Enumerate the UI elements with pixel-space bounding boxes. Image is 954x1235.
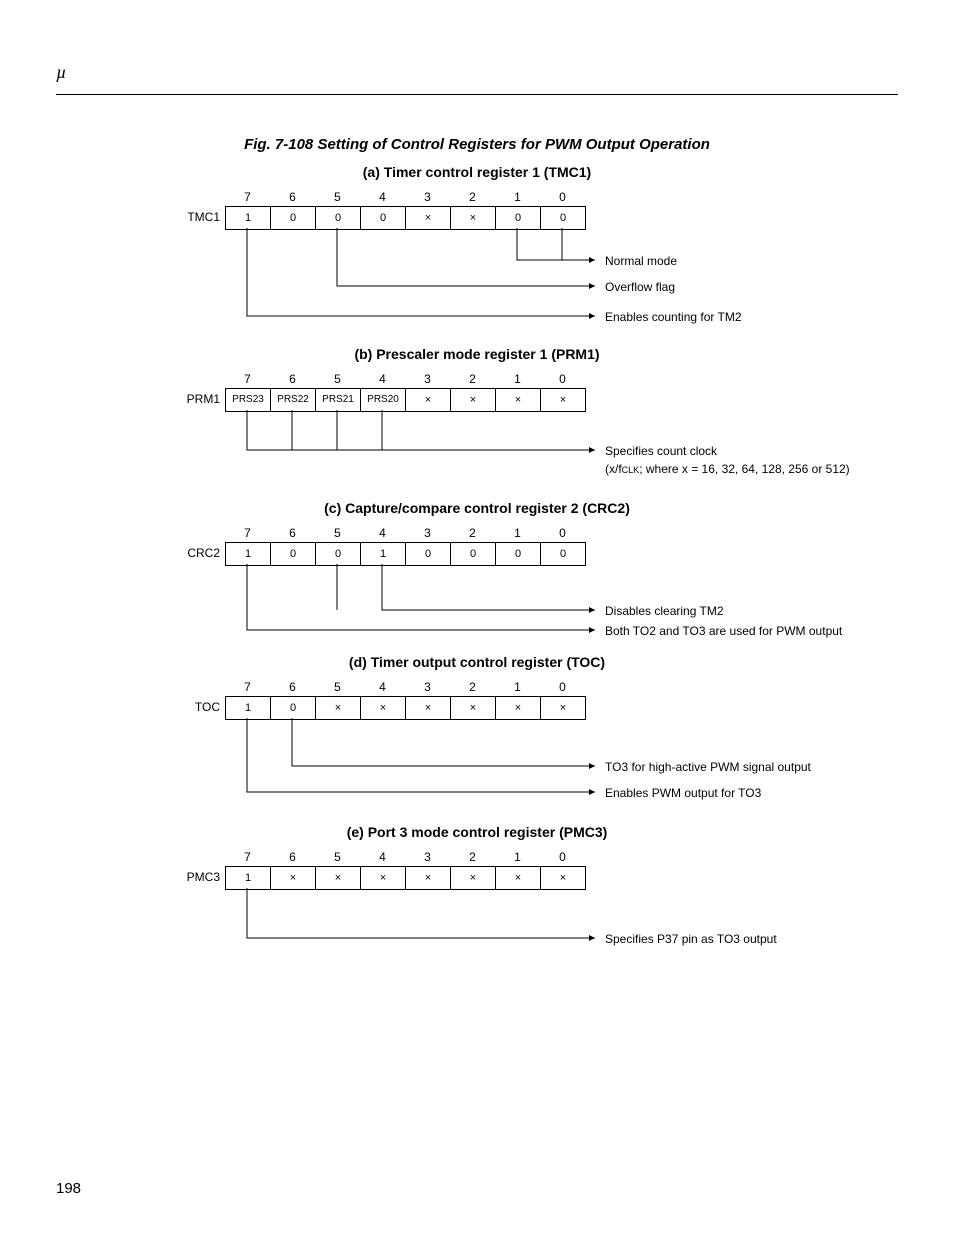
section-b: (b) Prescaler mode register 1 (PRM1) 765… [0,342,954,492]
reg-label-a: TMC1 [160,210,220,224]
reg-label-c: CRC2 [160,546,220,560]
reg-label-e: PMC3 [160,870,220,884]
bitnums-c: 76543210 [225,526,585,540]
bitnums-d: 76543210 [225,680,585,694]
mu-symbol: µ [56,62,66,83]
bitnums-e: 76543210 [225,850,585,864]
annot-c-0: Disables clearing TM2 [605,604,724,618]
reg-label-b: PRM1 [160,392,220,406]
section-c-title: (c) Capture/compare control register 2 (… [0,500,954,516]
section-b-title: (b) Prescaler mode register 1 (PRM1) [0,346,954,362]
bitnums-b: 76543210 [225,372,585,386]
section-c: (c) Capture/compare control register 2 (… [0,496,954,646]
annot-b-sub: (x/fCLK; where x = 16, 32, 64, 128, 256 … [605,462,850,476]
header-rule [56,94,898,95]
bitnums-a: 76543210 [225,190,585,204]
page-number: 198 [56,1180,81,1197]
annot-b-0: Specifies count clock [605,444,717,458]
annot-e-0: Specifies P37 pin as TO3 output [605,932,777,946]
annot-d-1: Enables PWM output for TO3 [605,786,761,800]
annot-a-1: Overflow flag [605,280,675,294]
section-d: (d) Timer output control register (TOC) … [0,650,954,820]
section-a-title: (a) Timer control register 1 (TMC1) [0,164,954,180]
connectors-b [225,410,825,470]
section-d-title: (d) Timer output control register (TOC) [0,654,954,670]
annot-c-1: Both TO2 and TO3 are used for PWM output [605,624,842,638]
section-e-title: (e) Port 3 mode control register (PMC3) [0,824,954,840]
annot-d-0: TO3 for high-active PWM signal output [605,760,811,774]
register-a: 1000××00 [225,206,586,230]
section-e: (e) Port 3 mode control register (PMC3) … [0,820,954,970]
register-b: PRS23PRS22PRS21PRS20×××× [225,388,586,412]
annot-a-2: Enables counting for TM2 [605,310,742,324]
figure-title: Fig. 7-108 Setting of Control Registers … [0,136,954,153]
register-c: 10010000 [225,542,586,566]
register-e: 1××××××× [225,866,586,890]
section-a: (a) Timer control register 1 (TMC1) 7654… [0,160,954,340]
reg-label-d: TOC [160,700,220,714]
connectors-e [225,888,825,958]
annot-a-0: Normal mode [605,254,677,268]
register-d: 10×××××× [225,696,586,720]
